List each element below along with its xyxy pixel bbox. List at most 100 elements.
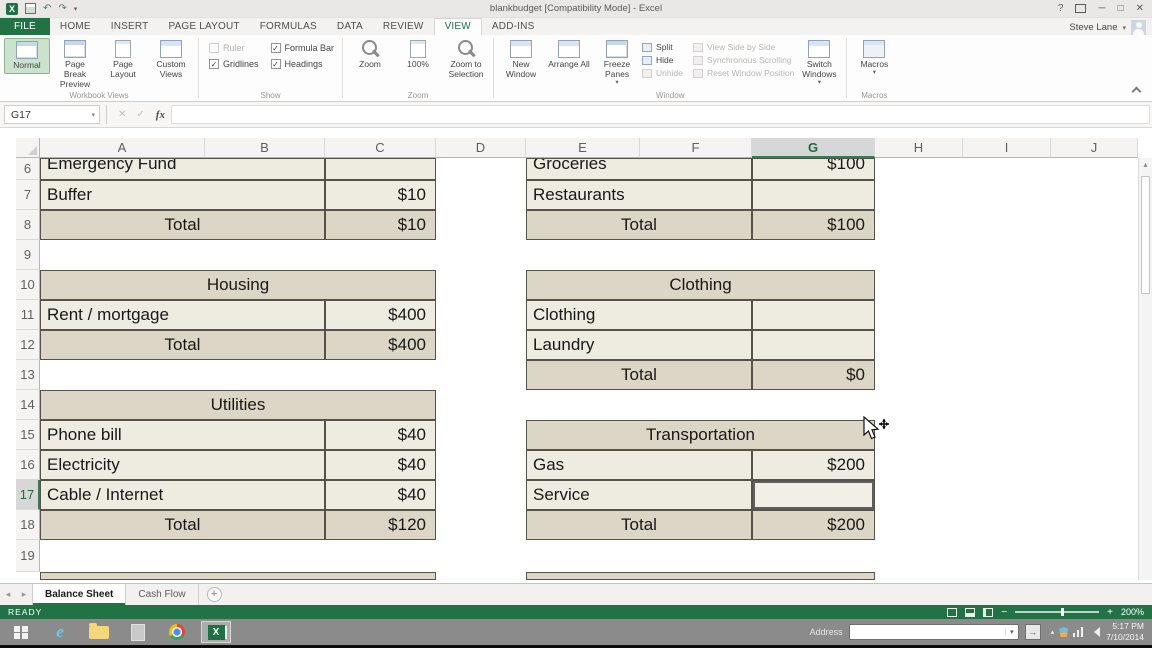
cell-A16[interactable]: Electricity [40,450,325,480]
cell-A10-housing-header[interactable]: Housing [40,270,436,300]
row-header-15[interactable]: 15 [16,420,40,450]
zoom-slider-thumb[interactable] [1061,608,1065,616]
cell-A17[interactable]: Cable / Internet [40,480,325,510]
scrollbar-thumb[interactable] [1141,176,1150,294]
row-header-13[interactable]: 13 [16,360,40,390]
row-header-19[interactable]: 19 [16,540,40,572]
chrome-button[interactable] [162,621,192,643]
cell-C8[interactable]: $10 [325,210,436,240]
redo-icon[interactable]: ↷ [58,3,66,15]
zoom-out-icon[interactable]: − [1001,607,1007,618]
sheet-tab-balance-sheet[interactable]: Balance Sheet [32,584,127,605]
cell-G13[interactable]: $0 [752,360,875,390]
cell-C6[interactable] [325,158,436,180]
row-header-17[interactable]: 17 [16,480,40,510]
name-box[interactable]: G17 ▾ [4,105,100,124]
taskbar-clock[interactable]: 5:17 PM 7/10/2014 [1106,621,1148,642]
zoom-in-icon[interactable]: + [1107,607,1113,618]
cell-G18[interactable]: $200 [752,510,875,540]
cell-G8[interactable]: $100 [752,210,875,240]
select-all-corner[interactable] [16,138,40,158]
cell-A6[interactable]: Emergency Fund [40,158,325,180]
insert-function-icon[interactable]: fx [156,109,165,121]
column-header-H[interactable]: H [875,138,963,158]
collapse-ribbon-icon[interactable] [1131,86,1142,97]
headings-checkbox[interactable]: ✓ Headings [270,59,335,69]
tray-volume-icon[interactable] [1089,627,1101,637]
file-explorer-button[interactable] [84,621,114,643]
formula-input[interactable] [170,105,1150,124]
cell-E7[interactable]: Restaurants [526,180,752,210]
excel-taskbar-button[interactable]: X [201,621,231,643]
new-sheet-button[interactable]: + [206,587,222,602]
cell-E18[interactable]: Total [526,510,752,540]
restore-icon[interactable]: □ [1118,3,1124,14]
page-layout-shortcut-icon[interactable] [965,607,976,617]
cell-E8[interactable]: Total [526,210,752,240]
address-go-icon[interactable]: → [1024,624,1041,640]
row-header-8[interactable]: 8 [16,210,40,240]
tab-view[interactable]: VIEW [433,18,482,35]
zoom-100-button[interactable]: 100% [395,38,441,72]
cell-C16[interactable]: $40 [325,450,436,480]
tray-network-icon[interactable] [1073,627,1085,637]
account-menu[interactable]: Steve Lane ▾ [1069,20,1152,35]
row-header-12[interactable]: 12 [16,330,40,360]
formula-bar-checkbox[interactable]: ✓ Formula Bar [270,43,334,53]
tab-add-ins[interactable]: ADD-INS [482,19,545,35]
page-break-preview-button[interactable]: Page Break Preview [52,38,98,91]
gridlines-checkbox[interactable]: ✓ Gridlines [209,59,259,69]
cell-E16[interactable]: Gas [526,450,752,480]
new-window-button[interactable]: New Window [498,38,544,82]
normal-view-button[interactable]: Normal [4,38,50,74]
cell-A14-utilities-header[interactable]: Utilities [40,390,436,420]
arrange-all-button[interactable]: Arrange All [546,38,592,72]
tab-review[interactable]: REVIEW [373,19,434,35]
cell-C7[interactable]: $10 [325,180,436,210]
start-button[interactable] [6,621,36,643]
cell-E13[interactable]: Total [526,360,752,390]
page-break-shortcut-icon[interactable] [983,607,994,617]
tray-shield-icon[interactable] [1059,627,1069,637]
cell-C15[interactable]: $40 [325,420,436,450]
address-input[interactable]: ▾ [848,624,1019,640]
row-header-14[interactable]: 14 [16,390,40,420]
close-icon[interactable]: ✕ [1136,3,1144,14]
help-icon[interactable]: ? [1058,3,1064,14]
column-header-J[interactable]: J [1051,138,1138,158]
tab-home[interactable]: HOME [50,19,101,35]
macros-button[interactable]: Macros ▾ [851,38,897,77]
vertical-scrollbar[interactable]: ▴ [1138,158,1152,580]
switch-windows-button[interactable]: Switch Windows ▾ [796,38,842,87]
row-header-7[interactable]: 7 [16,180,40,210]
chevron-down-icon[interactable]: ▾ [91,111,99,119]
cell-E15-transportation-header[interactable]: Transportation [526,420,875,450]
tab-formulas[interactable]: FORMULAS [250,19,327,35]
column-header-E[interactable]: E [526,138,640,158]
zoom-button[interactable]: Zoom [347,38,393,72]
cell-A12[interactable]: Total [40,330,325,360]
column-header-G[interactable]: G [752,138,875,158]
cell-G17-active[interactable] [752,480,875,510]
tab-insert[interactable]: INSERT [101,19,159,35]
cell-C17[interactable]: $40 [325,480,436,510]
cell-G6[interactable]: $100 [752,158,875,180]
row-header-6[interactable]: 6 [16,158,40,180]
zoom-level[interactable]: 200% [1121,607,1144,617]
column-header-I[interactable]: I [963,138,1051,158]
cell-A8[interactable]: Total [40,210,325,240]
normal-view-shortcut-icon[interactable] [947,607,958,617]
cell-E10-clothing-header[interactable]: Clothing [526,270,875,300]
custom-views-button[interactable]: Custom Views [148,38,194,82]
hide-button[interactable]: Hide [642,55,683,65]
row-header-9[interactable]: 9 [16,240,40,270]
column-header-B[interactable]: B [205,138,325,158]
minimize-icon[interactable]: ─ [1098,3,1105,14]
cell-C11[interactable]: $400 [325,300,436,330]
cell-A7[interactable]: Buffer [40,180,325,210]
cell-C12[interactable]: $400 [325,330,436,360]
column-header-A[interactable]: A [40,138,205,158]
cell-row20-right-partial[interactable] [526,572,875,580]
cell-G12[interactable] [752,330,875,360]
ribbon-display-options-icon[interactable] [1075,4,1087,13]
